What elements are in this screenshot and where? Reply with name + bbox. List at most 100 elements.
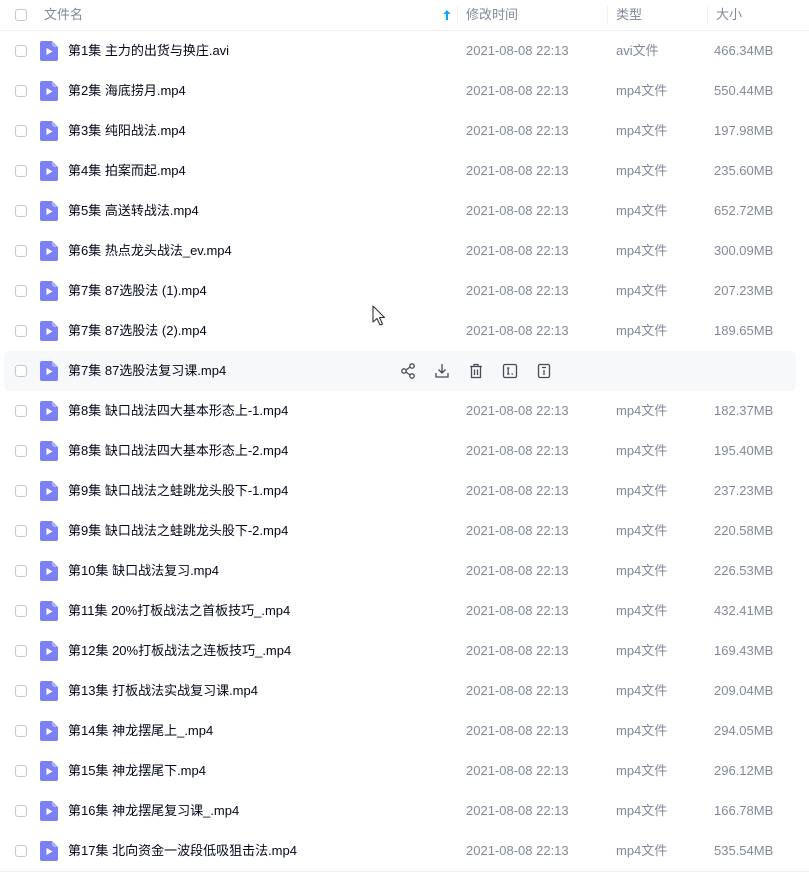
modified-time: 2021-08-08 22:13 [466, 603, 569, 618]
file-name[interactable]: 第7集 87选股法 (2).mp4 [68, 311, 207, 351]
file-name[interactable]: 第4集 拍案而起.mp4 [68, 151, 186, 191]
file-row[interactable]: 第5集 高送转战法.mp4 2021-08-08 22:13 mp4文件 652.72… [4, 191, 796, 231]
row-checkbox[interactable] [15, 165, 27, 177]
modified-time: 2021-08-08 22:13 [466, 843, 569, 858]
modified-time: 2021-08-08 22:13 [466, 483, 569, 498]
row-checkbox[interactable] [15, 645, 27, 657]
row-checkbox[interactable] [15, 525, 27, 537]
file-name[interactable]: 第16集 神龙摆尾复习课_.mp4 [68, 791, 239, 831]
file-name[interactable]: 第3集 纯阳战法.mp4 [68, 111, 186, 151]
row-checkbox[interactable] [15, 445, 27, 457]
row-checkbox[interactable] [15, 85, 27, 97]
file-row[interactable]: 第10集 缺口战法复习.mp4 2021-08-08 22:13 mp4文件 226.… [4, 551, 796, 591]
row-checkbox[interactable] [15, 845, 27, 857]
file-name[interactable]: 第10集 缺口战法复习.mp4 [68, 551, 219, 591]
video-file-icon [40, 801, 58, 821]
row-checkbox[interactable] [15, 765, 27, 777]
file-name[interactable]: 第7集 87选股法复习课.mp4 [68, 351, 226, 391]
file-row[interactable]: 第14集 神龙摆尾上_.mp4 2021-08-08 22:13 mp4文件 294.… [4, 711, 796, 751]
list-bottom-divider [0, 871, 809, 872]
row-checkbox[interactable] [15, 405, 27, 417]
video-file-icon [40, 561, 58, 581]
file-name[interactable]: 第2集 海底捞月.mp4 [68, 71, 186, 111]
file-type: mp4文件 [616, 523, 668, 538]
column-header-name[interactable]: 文件名 [44, 0, 83, 30]
video-file-icon [40, 241, 58, 261]
file-name[interactable]: 第11集 20%打板战法之首板技巧_.mp4 [68, 591, 290, 631]
file-name[interactable]: 第9集 缺口战法之蛙跳龙头股下-2.mp4 [68, 511, 288, 551]
row-checkbox[interactable] [15, 685, 27, 697]
file-type: mp4文件 [616, 323, 668, 338]
file-row[interactable]: 第16集 神龙摆尾复习课_.mp4 2021-08-08 22:13 mp4文件 16… [4, 791, 796, 831]
video-file-icon [40, 681, 58, 701]
file-row[interactable]: 第6集 热点龙头战法_ev.mp4 2021-08-08 22:13 mp4文件 30… [4, 231, 796, 271]
file-name[interactable]: 第12集 20%打板战法之连板技巧_.mp4 [68, 631, 291, 671]
file-row[interactable]: 第8集 缺口战法四大基本形态上-2.mp4 2021-08-08 22:13 mp4… [4, 431, 796, 471]
info-icon[interactable] [534, 361, 554, 381]
file-type: mp4文件 [616, 683, 668, 698]
file-row[interactable]: 第7集 87选股法 (1).mp4 2021-08-08 22:13 mp4文件 20… [4, 271, 796, 311]
file-row[interactable]: 第3集 纯阳战法.mp4 2021-08-08 22:13 mp4文件 197.98M… [4, 111, 796, 151]
row-checkbox[interactable] [15, 365, 27, 377]
modified-time: 2021-08-08 22:13 [466, 723, 569, 738]
row-checkbox[interactable] [15, 205, 27, 217]
file-type: mp4文件 [616, 763, 668, 778]
file-row[interactable]: 第7集 87选股法复习课.mp4 [4, 351, 796, 391]
video-file-icon [40, 721, 58, 741]
row-checkbox[interactable] [15, 45, 27, 57]
file-row[interactable]: 第13集 打板战法实战复习课.mp4 2021-08-08 22:13 mp4文件 2… [4, 671, 796, 711]
file-row[interactable]: 第15集 神龙摆尾下.mp4 2021-08-08 22:13 mp4文件 296.1… [4, 751, 796, 791]
file-type: mp4文件 [616, 843, 668, 858]
file-name[interactable]: 第8集 缺口战法四大基本形态上-1.mp4 [68, 391, 288, 431]
file-name[interactable]: 第13集 打板战法实战复习课.mp4 [68, 671, 258, 711]
file-name[interactable]: 第9集 缺口战法之蛙跳龙头股下-1.mp4 [68, 471, 288, 511]
file-size: 209.04MB [714, 683, 774, 698]
rename-icon[interactable] [500, 361, 520, 381]
video-file-icon [40, 281, 58, 301]
row-checkbox[interactable] [15, 565, 27, 577]
video-file-icon [40, 201, 58, 221]
file-row[interactable]: 第9集 缺口战法之蛙跳龙头股下-2.mp4 2021-08-08 22:13 mp4… [4, 511, 796, 551]
file-row[interactable]: 第17集 北向资金一波段低吸狙击法.mp4 2021-08-08 22:13 mp4… [4, 831, 796, 871]
file-row[interactable]: 第4集 拍案而起.mp4 2021-08-08 22:13 mp4文件 235.60M… [4, 151, 796, 191]
video-file-icon [40, 841, 58, 861]
file-name[interactable]: 第15集 神龙摆尾下.mp4 [68, 751, 206, 791]
row-checkbox[interactable] [15, 725, 27, 737]
column-header-type[interactable]: 类型 [616, 0, 642, 30]
file-size: 220.58MB [714, 523, 774, 538]
column-header-time[interactable]: 修改时间 [466, 0, 518, 30]
file-size: 652.72MB [714, 203, 774, 218]
file-row[interactable]: 第8集 缺口战法四大基本形态上-1.mp4 2021-08-08 22:13 mp4… [4, 391, 796, 431]
row-checkbox[interactable] [15, 125, 27, 137]
file-row[interactable]: 第1集 主力的出货与换庄.avi 2021-08-08 22:13 avi文件 466… [4, 31, 796, 71]
row-checkbox[interactable] [15, 605, 27, 617]
file-name[interactable]: 第14集 神龙摆尾上_.mp4 [68, 711, 213, 751]
file-name[interactable]: 第17集 北向资金一波段低吸狙击法.mp4 [68, 831, 297, 871]
row-checkbox[interactable] [15, 485, 27, 497]
download-icon[interactable] [432, 361, 452, 381]
file-row[interactable]: 第12集 20%打板战法之连板技巧_.mp4 2021-08-08 22:13 mp… [4, 631, 796, 671]
file-name[interactable]: 第5集 高送转战法.mp4 [68, 191, 199, 231]
row-checkbox[interactable] [15, 245, 27, 257]
file-name[interactable]: 第8集 缺口战法四大基本形态上-2.mp4 [68, 431, 288, 471]
file-row[interactable]: 第9集 缺口战法之蛙跳龙头股下-1.mp4 2021-08-08 22:13 mp4… [4, 471, 796, 511]
file-name[interactable]: 第6集 热点龙头战法_ev.mp4 [68, 231, 232, 271]
row-checkbox[interactable] [15, 805, 27, 817]
file-size: 466.34MB [714, 43, 774, 58]
sort-ascending-icon[interactable] [442, 9, 452, 21]
delete-icon[interactable] [466, 361, 486, 381]
share-icon[interactable] [398, 361, 418, 381]
file-name[interactable]: 第1集 主力的出货与换庄.avi [68, 31, 229, 71]
file-name[interactable]: 第7集 87选股法 (1).mp4 [68, 271, 207, 311]
row-checkbox[interactable] [15, 285, 27, 297]
column-header-size[interactable]: 大小 [716, 0, 742, 30]
select-all-checkbox[interactable] [15, 9, 27, 21]
modified-time: 2021-08-08 22:13 [466, 83, 569, 98]
file-row[interactable]: 第11集 20%打板战法之首板技巧_.mp4 2021-08-08 22:13 mp… [4, 591, 796, 631]
file-size: 182.37MB [714, 403, 774, 418]
file-row[interactable]: 第2集 海底捞月.mp4 2021-08-08 22:13 mp4文件 550.44M… [4, 71, 796, 111]
file-type: mp4文件 [616, 723, 668, 738]
modified-time: 2021-08-08 22:13 [466, 163, 569, 178]
row-checkbox[interactable] [15, 325, 27, 337]
file-row[interactable]: 第7集 87选股法 (2).mp4 2021-08-08 22:13 mp4文件 18… [4, 311, 796, 351]
